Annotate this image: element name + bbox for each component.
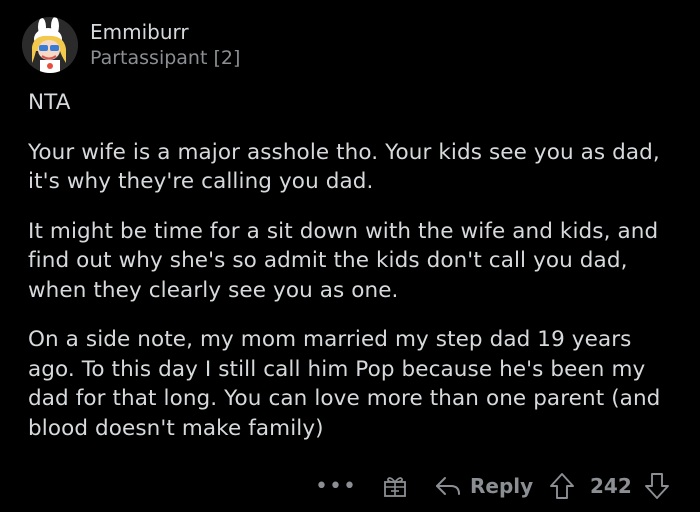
comment-header: Emmiburr Partassipant [2] <box>22 10 240 80</box>
reply-arrow-icon <box>436 477 460 495</box>
author-flair: Partassipant [2] <box>90 47 241 69</box>
comment-paragraph: On a side note, my mom married my step d… <box>28 327 661 441</box>
reply-label: Reply <box>470 474 534 498</box>
award-button[interactable] <box>382 468 408 504</box>
avatar[interactable] <box>22 17 78 73</box>
vote-score: 242 <box>590 474 632 498</box>
downvote-button[interactable] <box>644 468 670 504</box>
comment-paragraph: NTA <box>28 90 71 115</box>
reply-button[interactable]: Reply <box>434 468 533 504</box>
more-options-icon: ••• <box>315 473 357 499</box>
upvote-button[interactable] <box>549 468 575 504</box>
comment-paragraph: Your wife is a major asshole tho. Your k… <box>28 139 660 195</box>
author-name[interactable]: Emmiburr <box>90 19 240 45</box>
upvote-arrow-icon <box>550 473 574 499</box>
comment-paragraph: It might be time for a sit down with the… <box>28 218 659 303</box>
downvote-arrow-icon <box>645 473 669 499</box>
gift-award-icon <box>384 477 406 497</box>
comment-action-bar: ••• Reply 242 <box>0 468 700 504</box>
author-block: Emmiburr Partassipant [2] <box>90 19 240 71</box>
avatar-illustration <box>22 17 78 73</box>
comment-body: NTA Your wife is a major asshole tho. Yo… <box>28 88 678 463</box>
more-options-button[interactable]: ••• <box>315 468 357 504</box>
